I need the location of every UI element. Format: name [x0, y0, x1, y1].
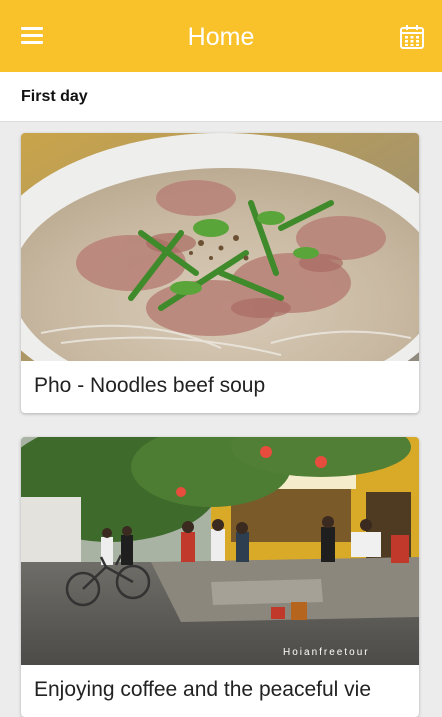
- card-caption: Pho - Noodles beef soup: [34, 374, 266, 397]
- section-header: First day: [0, 72, 442, 122]
- card-caption: Enjoying coffee and the peaceful vie: [34, 678, 372, 701]
- section-title: First day: [21, 88, 88, 105]
- food-card-pho[interactable]: Pho - Noodles beef soup: [21, 133, 419, 413]
- activity-card-coffee[interactable]: Hoianfreetour Enjoying coffee and the pe…: [21, 437, 419, 717]
- calendar-button[interactable]: [396, 22, 428, 54]
- coffee-street-photo: Hoianfreetour: [21, 437, 419, 665]
- pho-photo: [21, 133, 419, 361]
- app-bar: Home: [0, 0, 442, 72]
- calendar-icon: [400, 25, 424, 49]
- page-title: Home: [187, 23, 255, 51]
- watermark-text: Hoianfreetour: [283, 647, 370, 658]
